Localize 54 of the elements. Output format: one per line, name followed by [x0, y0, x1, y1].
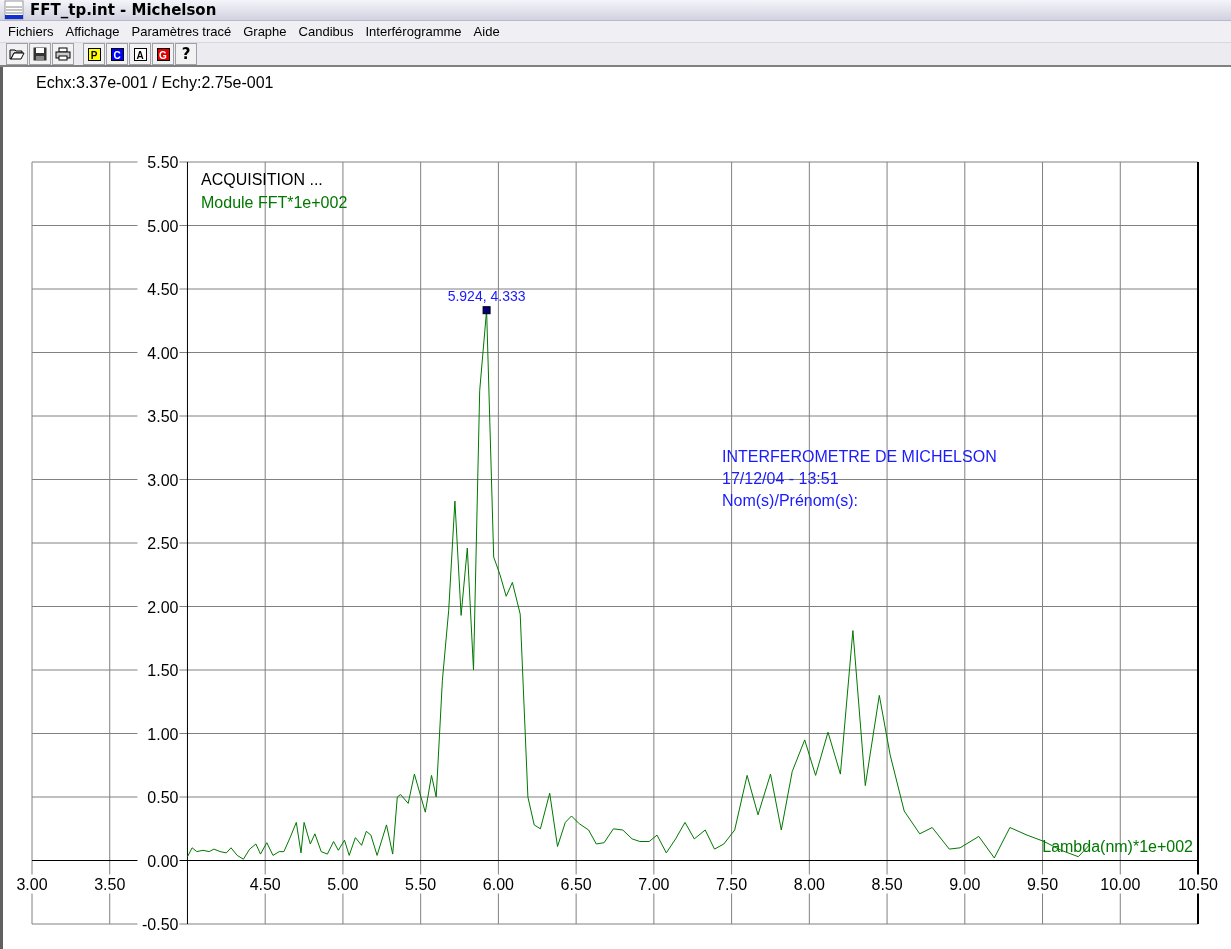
printer-icon	[55, 47, 71, 61]
print-button[interactable]	[52, 43, 74, 65]
y-tick-label: 1.00	[147, 725, 179, 743]
letter-button[interactable]: P	[83, 43, 105, 65]
y-tick-label: 0.50	[147, 789, 179, 806]
y-tick-label: 5.00	[147, 217, 179, 235]
y-tick-label: 4.00	[147, 344, 179, 362]
menu-item[interactable]: Candibus	[292, 21, 360, 42]
menu-item[interactable]: Paramètres tracé	[125, 21, 238, 42]
y-tick-label: 2.50	[147, 535, 179, 552]
menu-item[interactable]: Graphe	[237, 21, 293, 42]
app-icon	[4, 0, 24, 20]
x-tick-label: 9.00	[949, 875, 981, 893]
y-tick-label: 4.50	[147, 281, 179, 298]
menu-item[interactable]: Interférogramme	[359, 21, 468, 42]
status-text: ACQUISITION ...	[201, 171, 323, 188]
letter-button[interactable]: G	[152, 43, 174, 65]
y-tick-label: 1.50	[147, 662, 179, 679]
x-tick-label: 7.00	[638, 875, 670, 893]
y-tick-label: 3.00	[147, 471, 179, 489]
letter-button[interactable]: A	[129, 43, 151, 65]
save-button[interactable]	[29, 43, 51, 65]
menu-item[interactable]: Affichage	[59, 21, 126, 42]
y-tick-label: 3.50	[147, 408, 179, 425]
help-button[interactable]: ?	[175, 43, 197, 65]
x-tick-label: 6.50	[560, 875, 592, 893]
menu-item[interactable]: Aide	[467, 21, 506, 42]
folder-icon	[9, 47, 25, 61]
x-tick-label: 10.50	[1178, 875, 1218, 893]
x-tick-label: 10.00	[1100, 875, 1141, 893]
x-tick-label: 4.50	[249, 875, 281, 893]
x-tick-label: 7.50	[716, 875, 748, 893]
window-title: FFT_tp.int - Michelson	[30, 1, 217, 19]
letter-button[interactable]: C	[106, 43, 128, 65]
note-text: INTERFEROMETRE DE MICHELSON	[722, 448, 997, 465]
x-tick-label: 3.00	[16, 875, 48, 893]
point-marker	[482, 306, 491, 315]
x-tick-label: 5.50	[405, 875, 437, 893]
x-tick-label: 9.50	[1026, 875, 1059, 893]
y-tick-label: 2.00	[147, 598, 179, 616]
y-tick-label: 0.00	[147, 852, 179, 870]
x-tick-label: 8.50	[871, 875, 903, 893]
y-tick-label: -0.50	[142, 916, 179, 933]
y-tick-label: 5.50	[147, 154, 179, 171]
x-tick-label: 8.00	[793, 875, 825, 893]
x-tick-label: 3.50	[94, 875, 126, 893]
x-tick-label: 5.00	[327, 875, 359, 893]
scale-label: Echx:3.37e-001 / Echy:2.75e-001	[35, 73, 274, 93]
x-tick-label: 6.00	[482, 875, 514, 893]
point-label: 5.924, 4.333	[447, 288, 526, 305]
open-folder-button[interactable]	[6, 43, 28, 65]
menu-item[interactable]: Fichiers	[2, 21, 60, 42]
series-label: Module FFT*1e+002	[201, 194, 348, 211]
note-text: Nom(s)/Prénom(s):	[722, 492, 858, 509]
